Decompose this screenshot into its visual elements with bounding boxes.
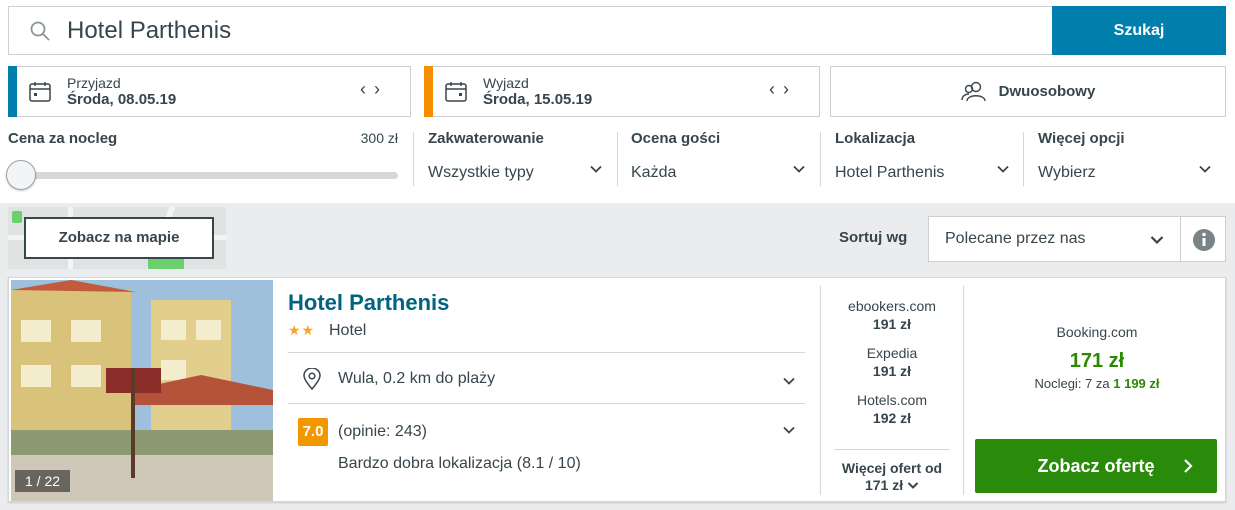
rating-title: Ocena gości [631,130,721,147]
provider-name: Expedia [866,345,918,361]
divider [288,352,805,353]
sort-select[interactable]: Polecane przez nas [928,216,1181,262]
best-offer-site: Booking.com [1056,324,1138,340]
see-on-map-button[interactable]: Zobacz na mapie [24,217,214,259]
price-filter-max: 300 zł [360,130,398,146]
hotel-card: 1 / 22 Hotel Parthenis ★★ Hotel Wula, 0.… [8,277,1226,502]
checkin-date: Środa, 08.05.19 [67,91,177,108]
nights-label: Noclegi: 7 za [1034,376,1110,391]
search-input[interactable]: Hotel Parthenis [67,7,231,54]
chevron-down-icon [793,165,805,173]
divider [617,132,618,186]
room-label: Dwuosobowy [998,83,1096,100]
price-filter: Cena za nocleg 300 zł [8,130,398,147]
location-rating: Bardzo dobra lokalizacja (8.1 / 10) [338,455,581,472]
more-offers-price-row: 171 zł [834,477,950,494]
hotel-type: Hotel [329,322,367,339]
top-panel: Hotel Parthenis Szukaj Przyjazd Środa, 0… [0,0,1235,203]
accommodation-title: Zakwaterowanie [428,130,544,147]
location-title: Lokalizacja [835,130,916,147]
map-preview[interactable]: Zobacz na mapie [8,207,226,269]
checkout-field[interactable]: Wyjazd Środa, 15.05.19 ‹› [424,66,820,117]
chevron-down-icon [997,165,1009,173]
divider [963,286,964,495]
calendar-icon [29,82,51,102]
chevron-down-icon [590,165,602,173]
info-icon [1193,229,1215,251]
location-filter[interactable]: Lokalizacja Hotel Parthenis [835,130,1010,186]
price-slider-track[interactable] [8,172,398,179]
guests-icon [960,81,986,101]
star-rating: ★★ [288,322,316,338]
divider [834,449,950,450]
checkin-field[interactable]: Przyjazd Środa, 08.05.19 ‹› [8,66,411,117]
prev-day-icon[interactable]: ‹ [769,79,783,99]
divider [820,132,821,186]
info-button[interactable] [1180,216,1226,262]
accommodation-value: Wszystkie typy [428,164,534,181]
next-day-icon[interactable]: › [374,79,388,99]
search-button[interactable]: Szukaj [1052,6,1226,55]
sort-value: Polecane przez nas [945,230,1086,247]
checkout-accent [424,66,433,117]
chevron-down-icon [907,482,919,489]
hotel-name[interactable]: Hotel Parthenis [288,290,449,316]
chevron-down-icon[interactable] [782,374,796,388]
next-day-icon[interactable]: › [783,79,797,99]
more-offers-label: Więcej ofert od [841,460,943,476]
best-offer-note: Noclegi: 7 za 1 199 zł [975,376,1219,391]
price-slider-handle[interactable] [6,160,36,190]
more-options-filter[interactable]: Więcej opcji Wybierz [1038,130,1212,186]
checkin-accent [8,66,17,117]
divider [288,403,805,404]
search-bar: Hotel Parthenis Szukaj [8,6,1226,55]
photo-counter: 1 / 22 [15,470,71,492]
price-filter-title: Cena za nocleg [8,130,118,147]
chevron-down-icon [1199,165,1211,173]
best-offer-price: 171 zł [1069,350,1125,372]
hotel-building-image [11,280,273,501]
prev-day-icon[interactable]: ‹ [360,79,374,99]
rating-value: Każda [631,164,677,181]
rating-filter[interactable]: Ocena gości Każda [631,130,806,186]
filters-bar: Cena za nocleg 300 zł Zakwaterowanie Wsz… [0,130,1235,200]
provider-price: 191 zł [872,363,912,379]
provider-offer[interactable]: Expedia 191 zł [821,345,963,379]
provider-price: 192 zł [872,410,912,426]
location-pin-icon [303,368,321,390]
checkin-label: Przyjazd [67,75,121,91]
checkout-date: Środa, 15.05.19 [483,91,593,108]
divider [413,132,414,186]
view-deal-button[interactable]: Zobacz ofertę [975,439,1217,493]
calendar-icon [445,82,467,102]
provider-name: Hotels.com [856,392,928,408]
nights-total: 1 199 zł [1113,376,1160,391]
review-count: (opinie: 243) [338,423,427,440]
provider-name: ebookers.com [848,298,936,314]
map-park [12,211,22,223]
room-selector[interactable]: Dwuosobowy [830,66,1226,117]
more-options-title: Więcej opcji [1038,130,1125,147]
accommodation-filter[interactable]: Zakwaterowanie Wszystkie typy [428,130,603,186]
sort-label: Sortuj wg [839,229,908,246]
hotel-location: Wula, 0.2 km do plaży [338,370,496,387]
more-options-value: Wybierz [1038,164,1096,181]
checkin-arrows: ‹› [360,79,388,100]
provider-price: 191 zł [872,316,912,332]
location-value: Hotel Parthenis [835,164,945,181]
chevron-down-icon [1150,236,1164,245]
chevron-down-icon[interactable] [782,423,796,437]
rating-badge: 7.0 [298,418,328,446]
checkout-label: Wyjazd [483,75,529,91]
chevron-right-icon [1184,459,1193,473]
hotel-photo[interactable]: 1 / 22 [11,280,273,501]
more-offers-link[interactable]: Więcej ofert od 171 zł [834,460,950,494]
more-offers-price: 171 zł [864,477,904,493]
view-deal-label: Zobacz ofertę [1037,456,1155,476]
search-icon [30,21,50,41]
checkout-arrows: ‹› [769,79,797,100]
provider-offer[interactable]: ebookers.com 191 zł [821,298,963,332]
divider [1023,132,1024,186]
provider-offer[interactable]: Hotels.com 192 zł [821,392,963,426]
